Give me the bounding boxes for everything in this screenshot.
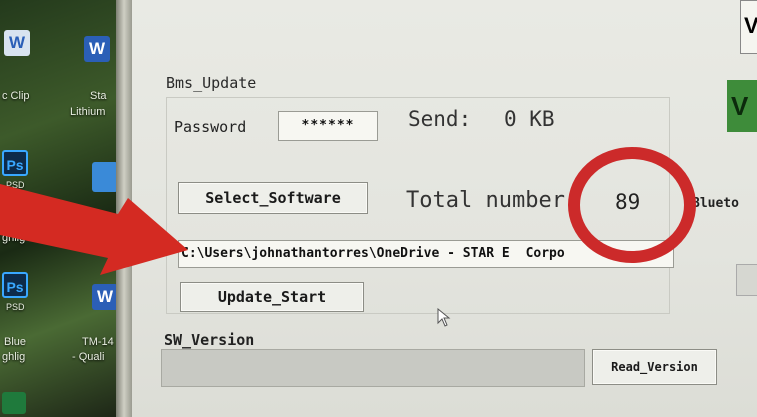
- desktop-icon-label[interactable]: ghlig: [2, 232, 25, 244]
- word-icon[interactable]: W: [84, 36, 110, 62]
- monitor-bezel: [116, 0, 132, 417]
- word-icon[interactable]: W: [92, 284, 118, 310]
- update-start-button[interactable]: Update_Start: [180, 282, 364, 312]
- excel-icon[interactable]: [2, 392, 26, 414]
- desktop-icon-label[interactable]: Sta: [90, 90, 107, 102]
- send-value: 0 KB: [504, 107, 555, 131]
- desktop-icon-label[interactable]: ghlig: [2, 351, 25, 363]
- desktop-icon-label[interactable]: PSD: [6, 302, 25, 312]
- password-field[interactable]: ******: [278, 111, 378, 141]
- total-number-label: Total number:: [406, 188, 579, 213]
- side-control[interactable]: [736, 264, 757, 296]
- photoshop-icon[interactable]: Ps: [2, 150, 28, 176]
- sw-version-field[interactable]: [161, 349, 585, 387]
- desktop-icon-label[interactable]: TM-14: [82, 336, 114, 348]
- status-indicator: V: [727, 80, 757, 132]
- bluetooth-label: Blueto: [692, 196, 739, 211]
- app-shortcut-icon[interactable]: [92, 162, 118, 192]
- send-label: Send:: [408, 107, 472, 131]
- file-path-field[interactable]: C:\Users\johnathantorres\OneDrive - STAR…: [178, 240, 674, 268]
- photoshop-icon[interactable]: Ps: [2, 272, 28, 298]
- bms-update-window: V Bms_Update Password ****** Send: 0 KB …: [132, 0, 757, 417]
- desktop-icon-label[interactable]: c Clip: [2, 90, 30, 102]
- desktop-background: W c Clip W Sta Lithium Ps PSD ghlig Ps P…: [0, 0, 128, 417]
- group-title: Bms_Update: [166, 74, 257, 92]
- desktop-icon-label[interactable]: PSD: [6, 180, 25, 190]
- password-label: Password: [174, 118, 247, 136]
- file-path-tail: Corpo: [525, 246, 565, 261]
- word-doc-icon[interactable]: W: [4, 30, 30, 56]
- file-path-text: C:\Users\johnathantorres\OneDrive - STAR…: [181, 246, 510, 261]
- desktop-icon-label[interactable]: Lithium: [70, 106, 105, 118]
- desktop-icon-label[interactable]: Blue: [4, 336, 26, 348]
- select-software-button[interactable]: Select_Software: [178, 182, 368, 214]
- total-number-value: 89: [615, 190, 641, 214]
- desktop-icon-label[interactable]: - Quali: [72, 351, 104, 363]
- sw-version-label: SW_Version: [164, 331, 255, 349]
- mouse-cursor-icon: [437, 308, 451, 327]
- top-right-control[interactable]: V: [740, 0, 757, 54]
- read-version-button[interactable]: Read_Version: [592, 349, 717, 385]
